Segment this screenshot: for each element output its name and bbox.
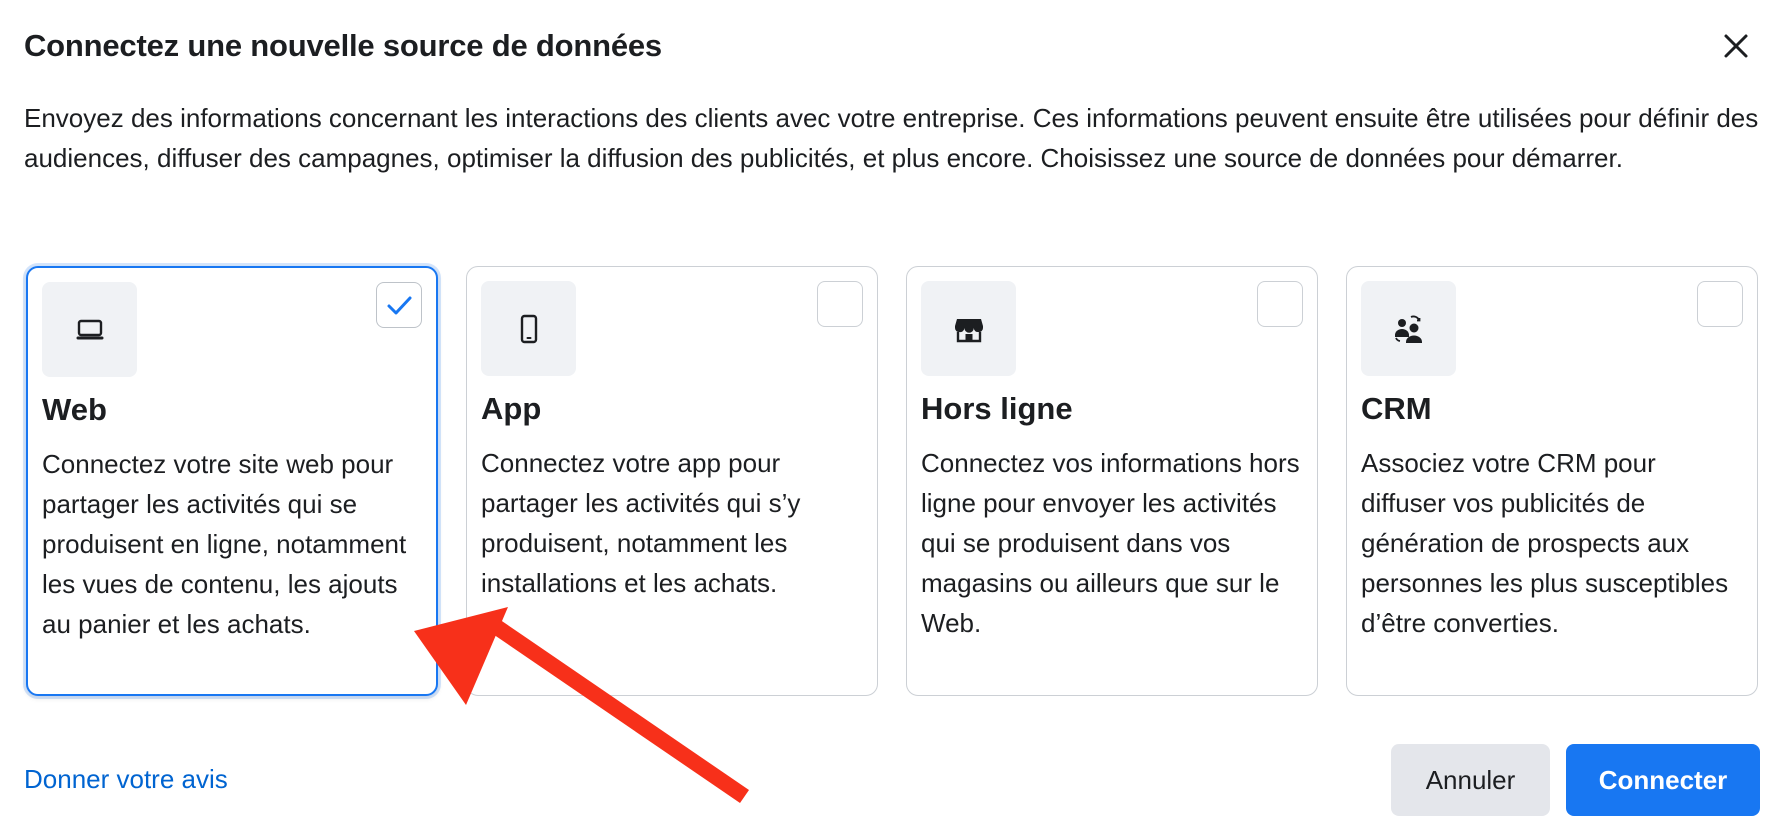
phone-icon [520, 314, 537, 343]
card-icon-box [42, 282, 137, 377]
card-description: Associez votre CRM pour diffuser vos pub… [1361, 448, 1729, 638]
card-description: Connectez vos informations hors ligne po… [921, 448, 1300, 638]
card-title: Web [42, 392, 107, 427]
card-description: Connectez votre app pour partager les ac… [481, 448, 801, 598]
close-button[interactable] [1718, 28, 1754, 64]
feedback-link[interactable]: Donner votre avis [24, 764, 228, 795]
cancel-button[interactable]: Annuler [1391, 744, 1550, 816]
source-card-app[interactable]: App Connectez votre app pour partager le… [466, 266, 878, 696]
checkmark-icon [387, 296, 412, 315]
laptop-icon [76, 319, 103, 339]
connect-button[interactable]: Connecter [1566, 744, 1760, 816]
people-sync-icon [1394, 315, 1422, 343]
card-checkbox[interactable] [1257, 281, 1303, 327]
data-source-options: Web Connectez votre site web pour partag… [26, 266, 1760, 698]
store-icon [954, 318, 983, 342]
card-title: App [481, 391, 542, 426]
card-icon-box [921, 281, 1016, 376]
card-description: Connectez votre site web pour partager l… [42, 449, 407, 639]
card-title: CRM [1361, 391, 1432, 426]
source-card-offline[interactable]: Hors ligne Connectez vos informations ho… [906, 266, 1318, 696]
card-checkbox[interactable] [376, 282, 422, 328]
dialog-description: Envoyez des informations concernant les … [24, 103, 1759, 173]
card-checkbox[interactable] [817, 281, 863, 327]
card-title: Hors ligne [921, 391, 1073, 426]
close-icon[interactable] [1718, 28, 1754, 64]
dialog-title: Connectez une nouvelle source de données [24, 28, 662, 63]
card-checkbox[interactable] [1697, 281, 1743, 327]
source-card-crm[interactable]: CRM Associez votre CRM pour diffuser vos… [1346, 266, 1758, 696]
source-card-web[interactable]: Web Connectez votre site web pour partag… [26, 266, 438, 696]
card-icon-box [1361, 281, 1456, 376]
card-icon-box [481, 281, 576, 376]
